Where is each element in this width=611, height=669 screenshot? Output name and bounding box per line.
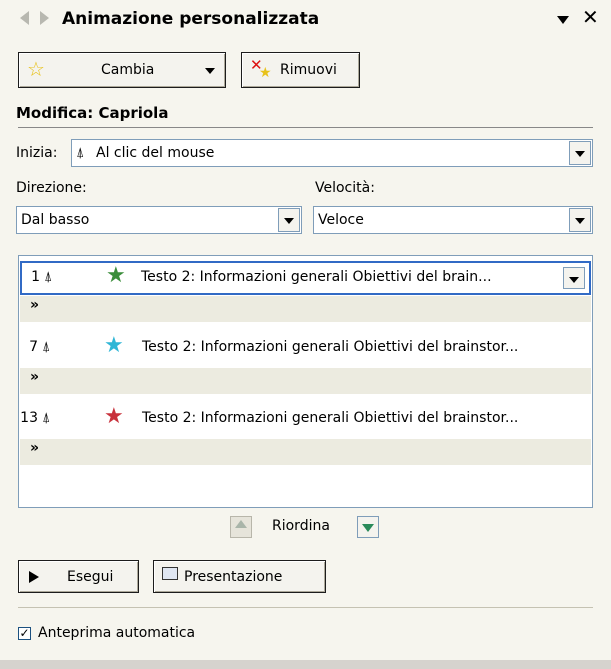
item-text: Testo 2: Informazioni generali Obiettivi… — [141, 269, 492, 285]
start-dropdown-button[interactable] — [569, 141, 591, 165]
bottom-separator — [18, 607, 593, 608]
animation-list[interactable]: 1 ⍋ ★ Testo 2: Informazioni generali Obi… — [18, 255, 593, 508]
direction-label: Direzione: — [16, 180, 87, 196]
slideshow-icon — [162, 567, 178, 580]
chevron-down-icon — [205, 68, 215, 74]
item-number: 13 — [20, 410, 38, 426]
expand-chevron-icon: » — [30, 297, 40, 313]
list-item[interactable]: 13 ⍋ ★ Testo 2: Informazioni generali Ob… — [20, 402, 591, 436]
remove-button-label: Rimuovi — [280, 62, 337, 78]
direction-select[interactable]: Dal basso — [16, 206, 302, 234]
star-red-icon: ★ — [104, 404, 124, 429]
close-icon[interactable]: ✕ — [582, 6, 599, 28]
star-yellow-cyan-icon: ★ — [104, 333, 124, 358]
expand-chevron-icon: » — [30, 440, 40, 456]
speed-value: Veloce — [318, 212, 364, 228]
heading-separator — [18, 127, 593, 128]
start-label: Inizia: — [16, 145, 58, 161]
autopreview-label: Anteprima automatica — [38, 625, 196, 641]
item-number: 7 — [29, 339, 38, 355]
expand-row[interactable]: » — [20, 296, 591, 322]
slideshow-button-label: Presentazione — [184, 569, 283, 585]
move-up-button[interactable] — [230, 516, 252, 538]
item-number: 1 — [31, 269, 40, 285]
direction-value: Dal basso — [21, 212, 90, 228]
remove-button[interactable]: ✕ ★ Rimuovi — [241, 52, 360, 88]
slideshow-button[interactable]: Presentazione — [153, 560, 326, 593]
autopreview-checkbox[interactable]: ✓ — [18, 627, 31, 640]
change-button-label: Cambia — [101, 62, 155, 78]
expand-row[interactable]: » — [20, 439, 591, 465]
expand-chevron-icon: » — [30, 369, 40, 385]
play-button[interactable]: Esegui — [18, 560, 139, 593]
item-text: Testo 2: Informazioni generali Obiettivi… — [142, 410, 519, 426]
forward-arrow-icon[interactable] — [40, 11, 49, 25]
add-effect-star-icon: ☆ — [27, 57, 45, 81]
arrow-up-icon — [235, 520, 247, 528]
speed-dropdown-button[interactable] — [569, 208, 591, 232]
item-dropdown-button[interactable] — [563, 267, 585, 289]
pane-title: Animazione personalizzata — [62, 9, 320, 29]
play-button-label: Esegui — [67, 569, 114, 585]
speed-select[interactable]: Veloce — [313, 206, 593, 234]
direction-dropdown-button[interactable] — [278, 208, 300, 232]
move-down-button[interactable] — [357, 516, 379, 538]
star-green-icon: ★ — [106, 263, 126, 288]
expand-row[interactable]: » — [20, 368, 591, 394]
change-button[interactable]: ☆ Cambia — [18, 52, 226, 88]
mouse-click-icon: ⍋ — [76, 145, 85, 161]
arrow-down-icon — [362, 524, 374, 532]
mouse-click-icon: ⍋ — [42, 410, 51, 426]
bottom-bar — [0, 660, 611, 669]
pane-menu-icon[interactable] — [557, 16, 569, 24]
speed-label: Velocità: — [315, 180, 375, 196]
modify-heading: Modifica: Capriola — [16, 104, 169, 122]
start-select[interactable]: ⍋ Al clic del mouse — [71, 139, 593, 167]
start-value: Al clic del mouse — [96, 145, 215, 161]
reorder-label: Riordina — [272, 518, 330, 534]
item-text: Testo 2: Informazioni generali Obiettivi… — [142, 339, 519, 355]
play-icon — [29, 571, 39, 583]
back-arrow-icon[interactable] — [20, 11, 29, 25]
list-item[interactable]: 1 ⍋ ★ Testo 2: Informazioni generali Obi… — [20, 261, 591, 295]
mouse-click-icon: ⍋ — [42, 339, 51, 355]
mouse-click-icon: ⍋ — [44, 269, 53, 285]
remove-star-icon: ★ — [259, 65, 272, 81]
title-bar: Animazione personalizzata ✕ — [0, 0, 611, 40]
list-item[interactable]: 7 ⍋ ★ Testo 2: Informazioni generali Obi… — [20, 331, 591, 365]
